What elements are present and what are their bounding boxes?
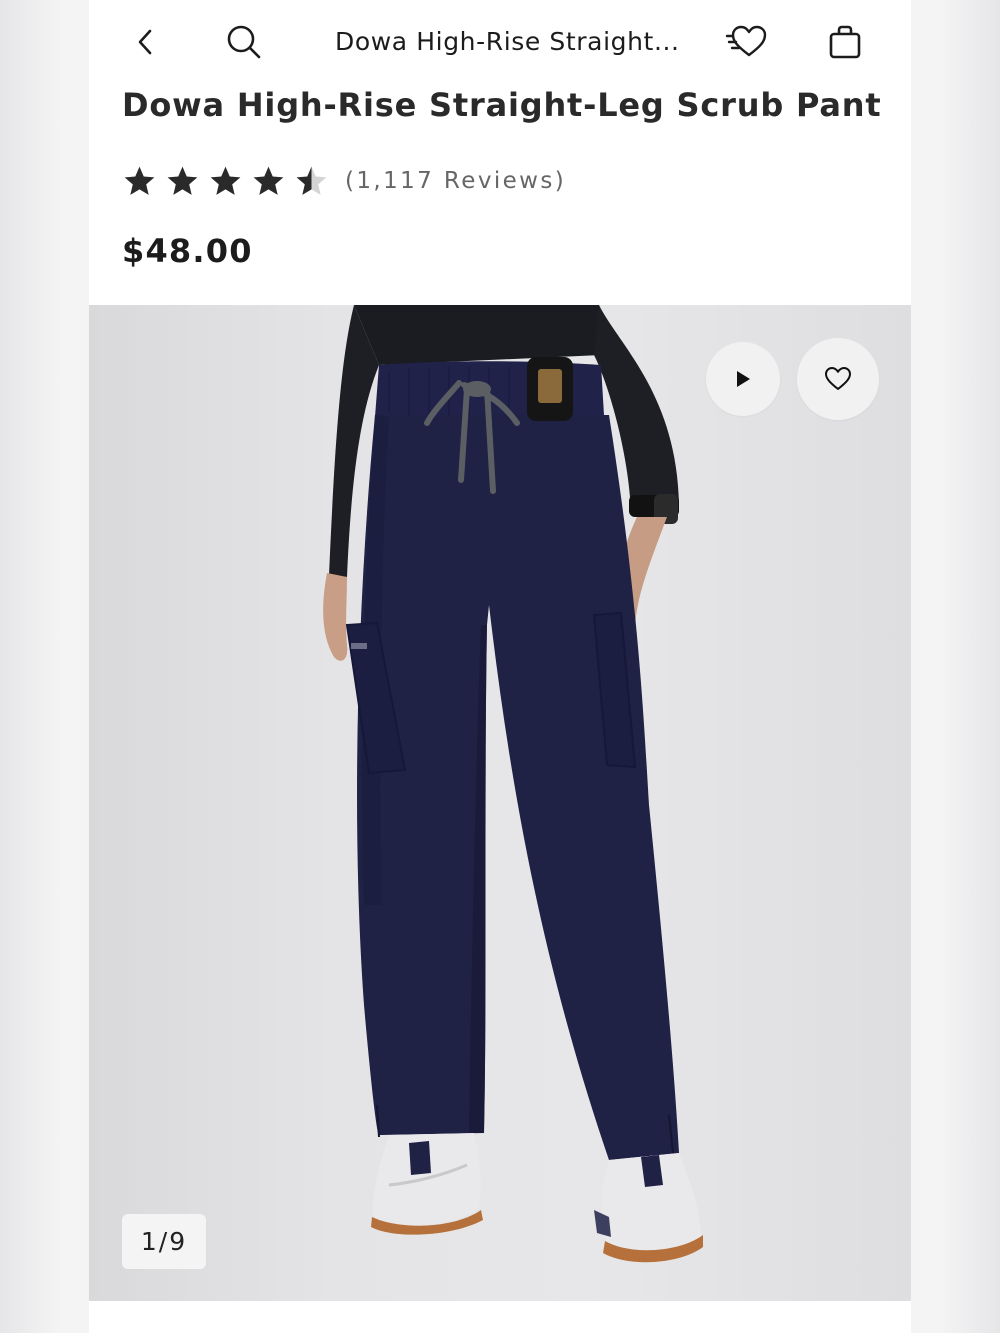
wishlist-button[interactable] [725,20,769,64]
play-video-button[interactable] [706,342,780,416]
back-button[interactable] [124,20,168,64]
image-counter: 1/9 [122,1214,206,1269]
top-nav: Dowa High-Rise Straight... [89,0,911,84]
star-full-icon [210,166,241,195]
star-full-icon [124,166,155,195]
product-screen: Dowa High-Rise Straight... Dowa High-Ris… [89,0,911,1333]
below-gallery [89,1301,911,1333]
heart-icon [825,367,851,390]
star-full-icon [253,166,284,195]
bag-button[interactable] [823,20,867,64]
nav-title: Dowa High-Rise Straight... [335,27,680,56]
product-image-gallery[interactable]: 1/9 [89,305,911,1301]
star-rating [122,164,329,199]
search-button[interactable] [222,20,266,64]
product-title: Dowa High-Rise Straight-Leg Scrub Pant [122,86,882,124]
heart-list-icon [725,25,767,57]
product-price: $48.00 [122,232,253,270]
play-icon [737,371,750,387]
rating-row[interactable]: (1,117 Reviews) [122,163,566,199]
search-icon [227,25,261,59]
chevron-left-icon [138,29,152,55]
star-half-icon [296,166,327,195]
favorite-button[interactable] [797,338,879,420]
shopping-bag-icon [829,25,861,59]
star-full-icon [167,166,198,195]
product-photo [323,305,703,1263]
reviews-count-link[interactable]: (1,117 Reviews) [345,168,566,194]
